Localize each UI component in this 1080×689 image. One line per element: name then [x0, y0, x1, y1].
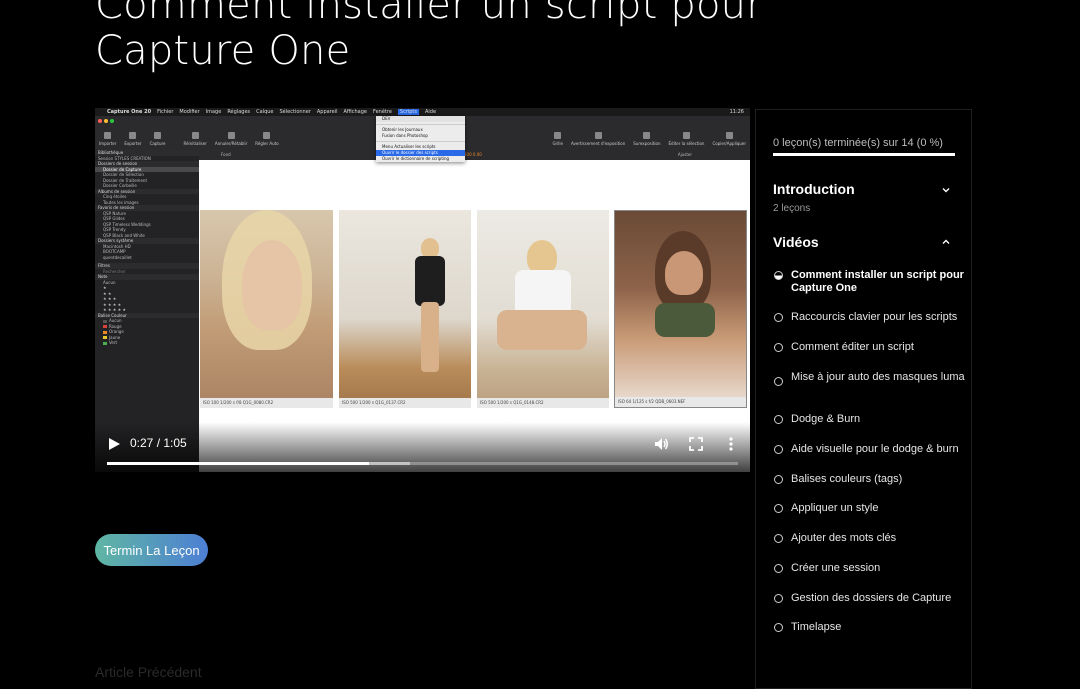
toolbar-capture: Capture [150, 132, 166, 146]
close-dot-icon [98, 119, 102, 123]
menu-item: Ouvrir le dictionnaire de scripting [382, 156, 450, 161]
toolbar-undo-redo: Annuler/Rétablir [215, 132, 247, 146]
menubar-item: Fichier [157, 109, 174, 115]
toolbar-import: Importer [99, 132, 116, 146]
toolbar-reset: Réinitialiser [184, 132, 207, 146]
fullscreen-icon[interactable] [688, 436, 704, 452]
lesson-item[interactable]: Balises couleurs (tags) [773, 473, 965, 486]
menubar-item: Réglages [227, 109, 251, 115]
lesson-item[interactable]: Raccourcis clavier pour les scripts [773, 311, 965, 324]
zoom-dot-icon [110, 119, 114, 123]
lesson-status-circle-icon [774, 504, 783, 513]
menubar-item: Affichage [343, 109, 367, 115]
lesson-item[interactable]: Créer une session [773, 562, 965, 575]
volume-icon[interactable] [653, 436, 669, 452]
lesson-item[interactable]: Aide visuelle pour le dodge & burn [773, 443, 965, 456]
photo-caption: ISO 500 1/200 s Q1G_0137.CR2 [339, 398, 471, 408]
window-traffic-lights [98, 119, 114, 123]
menubar-item: Image [205, 109, 222, 115]
photo-thumbnail: ISO 500 1/200 s Q1G_0137.CR2 [339, 210, 471, 408]
scripts-dropdown-menu: DEV Obtenir les Journaux Fusion dans Pho… [376, 116, 465, 162]
toolbar-copy-apply: Copier/Appliquer [712, 132, 746, 146]
lesson-status-circle-icon [774, 445, 783, 454]
macos-menubar: Capture One 20 Fichier Modifier Image Ré… [95, 108, 750, 116]
lesson-status-circle-icon [774, 534, 783, 543]
toolbar-exposure-warning: Avertissement d'exposition [571, 132, 625, 146]
lesson-status-circle-icon [774, 564, 783, 573]
photo-thumbnail: ISO 500 1/200 s Q1G_0148.CR2 [477, 210, 609, 408]
lesson-item[interactable]: Gestion des dossiers de Capture [773, 592, 965, 605]
lesson-item[interactable]: Comment installer un script pour Capture… [773, 269, 965, 295]
section-title-introduction[interactable]: Introduction [773, 181, 855, 197]
course-navigation-panel: 0 leçon(s) terminée(s) sur 14 (0 %) Intr… [755, 109, 972, 689]
menubar-item: Fenêtre [372, 109, 392, 115]
toolbar-edit-selection: Éditer la sélection [669, 132, 704, 146]
lesson-item[interactable]: Comment éditer un script [773, 341, 965, 354]
photo-caption: ISO 100 1/200 s f/8 Q1G_0080.CR2 [200, 398, 333, 408]
toolbar-grid: Grille [552, 132, 563, 146]
lesson-item[interactable]: Dodge & Burn [773, 413, 965, 426]
lesson-item[interactable]: Mise à jour auto des masques luma [773, 371, 965, 386]
lesson-status-circle-icon [774, 313, 783, 322]
viewer-fit: Ajuster [677, 152, 692, 157]
chevron-down-icon[interactable] [941, 185, 951, 195]
color-swatch-icon [103, 336, 107, 339]
finish-lesson-button[interactable]: Termin La Leçon [95, 534, 208, 566]
color-swatch-icon [103, 341, 107, 345]
lesson-status-circle-icon [774, 475, 783, 484]
video-time: 0:27 / 1:05 [130, 436, 187, 450]
lesson-status-circle-icon [774, 343, 783, 352]
toolbar-auto-adjust: Régler Auto [255, 132, 279, 146]
video-player[interactable]: Capture One 20 Fichier Modifier Image Ré… [95, 108, 750, 472]
menubar-item: Appareil [316, 109, 338, 115]
previous-article-link[interactable]: Article Précédent [95, 664, 202, 680]
color-tag-row: Vert [95, 340, 199, 346]
lesson-item[interactable]: Timelapse [773, 621, 965, 634]
course-progress-bar [773, 153, 955, 156]
menubar-item: Modifier [179, 109, 200, 115]
viewer-zoom: Fond [221, 152, 231, 157]
lesson-item[interactable]: Appliquer un style [773, 502, 965, 515]
lesson-in-progress-icon [774, 271, 783, 280]
play-icon[interactable] [107, 437, 121, 451]
menubar-item: Calque [256, 109, 274, 115]
photo-thumbnail: ISO 64 1/125 s f/2 QDB_0603.NEF [614, 210, 747, 408]
photo-caption: ISO 500 1/200 s Q1G_0148.CR2 [477, 398, 609, 408]
toolbar-overexposure: Surexposition [633, 132, 661, 146]
video-progress-track[interactable] [107, 462, 738, 465]
lesson-status-circle-icon [774, 623, 783, 632]
more-options-icon[interactable] [723, 436, 739, 452]
section-title-videos[interactable]: Vidéos [773, 234, 819, 250]
section-lesson-count: 2 leçons [773, 203, 811, 214]
lesson-status-circle-icon [774, 377, 783, 386]
menubar-item: Sélectionner [279, 109, 311, 115]
color-swatch-icon [103, 330, 107, 334]
viewer-readout: 100 0.00 [464, 152, 482, 157]
viewer-header: Fond 100 0.00 Ajuster [199, 150, 750, 160]
video-played-bar [107, 462, 369, 465]
photo-caption: ISO 64 1/125 s f/2 QDB_0603.NEF [615, 397, 746, 407]
menubar-item: Capture One 20 [107, 109, 152, 115]
minimize-dot-icon [104, 119, 108, 123]
photo-thumbnail: ISO 100 1/200 s f/8 Q1G_0080.CR2 [200, 210, 333, 408]
color-swatch-icon [103, 319, 107, 323]
page-title: Comment installer un script pour Capture… [95, 0, 763, 74]
menubar-item-scripts: Scripts [397, 109, 419, 115]
menubar-item: Aide [425, 109, 437, 115]
course-progress-text: 0 leçon(s) terminée(s) sur 14 (0 %) [773, 137, 943, 149]
toolbar-export: Exporter [124, 132, 142, 146]
lesson-item[interactable]: Ajouter des mots clés [773, 532, 965, 545]
lesson-status-circle-icon [774, 594, 783, 603]
chevron-up-icon[interactable] [941, 237, 951, 247]
menubar-clock: 11:26 [729, 109, 744, 115]
video-controls: 0:27 / 1:05 [95, 422, 750, 472]
color-swatch-icon [103, 325, 107, 328]
lesson-status-circle-icon [774, 415, 783, 424]
